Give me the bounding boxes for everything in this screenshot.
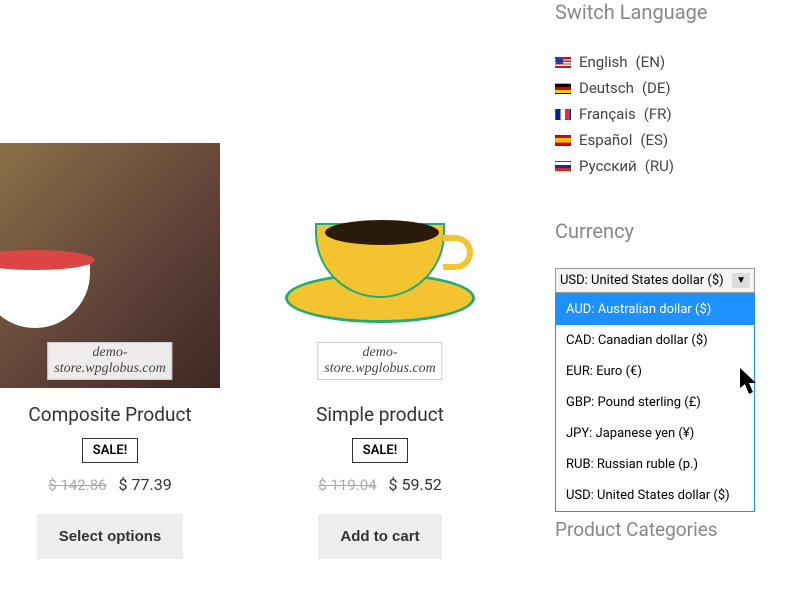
watermark: demo-store.wpglobus.com [317,342,442,380]
sale-badge: SALE! [352,438,408,463]
new-price: $ 59.52 [389,475,442,494]
product-image[interactable]: demo-store.wpglobus.com [0,143,220,388]
product-categories-heading: Product Categories [555,518,775,541]
price-block: $ 142.86 $ 77.39 [0,475,220,494]
currency-option-aud[interactable]: AUD: Australian dollar ($) [556,294,754,325]
flag-icon [555,135,571,146]
language-item-en[interactable]: English (EN) [555,49,775,75]
language-label: Français [579,105,636,123]
sale-badge: SALE! [82,438,138,463]
product-title[interactable]: Composite Product [0,403,220,426]
product-card: demo-store.wpglobus.com Simple product S… [270,143,490,559]
product-title[interactable]: Simple product [270,403,490,426]
flag-icon [555,83,571,94]
currency-select[interactable]: USD: United States dollar ($) ▼ [555,268,755,293]
currency-option-eur[interactable]: EUR: Euro (€) [556,356,754,387]
language-list: English (EN) Deutsch (DE) Français (FR) … [555,49,775,179]
flag-icon [555,57,571,68]
old-price: $ 142.86 [48,476,106,494]
flag-icon [555,109,571,120]
language-code: (FR) [644,105,672,123]
language-label: Deutsch [579,79,634,97]
language-item-fr[interactable]: Français (FR) [555,101,775,127]
watermark: demo-store.wpglobus.com [47,342,172,380]
currency-dropdown: AUD: Australian dollar ($) CAD: Canadian… [555,293,755,512]
currency-option-jpy[interactable]: JPY: Japanese yen (¥) [556,418,754,449]
new-price: $ 77.39 [119,475,172,494]
language-label: Русский [579,157,637,175]
flag-icon [555,161,571,172]
product-image[interactable]: demo-store.wpglobus.com [270,143,490,388]
sidebar: Switch Language English (EN) Deutsch (DE… [555,0,775,541]
switch-language-heading: Switch Language [555,0,775,24]
language-item-de[interactable]: Deutsch (DE) [555,75,775,101]
language-code: (DE) [642,79,671,97]
language-code: (EN) [636,53,666,71]
currency-option-rub[interactable]: RUB: Russian ruble (р.) [556,449,754,480]
language-code: (ES) [640,131,668,149]
currency-selected-value: USD: United States dollar ($) [560,273,724,288]
language-item-es[interactable]: Español (ES) [555,127,775,153]
currency-option-gbp[interactable]: GBP: Pound sterling (£) [556,387,754,418]
product-card: demo-store.wpglobus.com Composite Produc… [0,143,220,559]
currency-heading: Currency [555,219,775,243]
old-price: $ 119.04 [318,476,376,494]
chevron-down-icon: ▼ [732,273,750,288]
currency-option-cad[interactable]: CAD: Canadian dollar ($) [556,325,754,356]
price-block: $ 119.04 $ 59.52 [270,475,490,494]
language-item-ru[interactable]: Русский (RU) [555,153,775,179]
add-to-cart-button[interactable]: Add to cart [318,514,441,559]
language-label: English [579,53,628,71]
language-code: (RU) [645,157,674,175]
language-label: Español [579,131,632,149]
select-options-button[interactable]: Select options [37,514,184,559]
currency-option-usd[interactable]: USD: United States dollar ($) [556,480,754,511]
